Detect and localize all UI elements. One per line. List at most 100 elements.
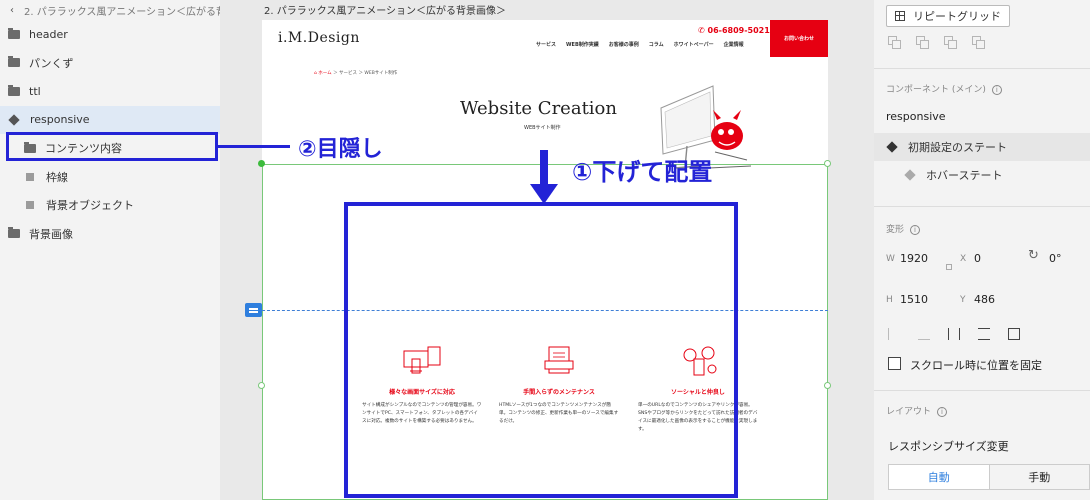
layer-label: 枠線 — [46, 170, 68, 184]
annotation-label-place: ①下げて配置 — [572, 158, 713, 186]
layer-label: ttl — [29, 84, 41, 98]
info-icon[interactable]: i — [910, 224, 921, 235]
rotate-icon: ↻ — [1028, 248, 1039, 263]
distribute-horizontal-icon[interactable] — [948, 328, 960, 340]
resize-handle[interactable] — [824, 382, 831, 389]
component-heading: コンポーネント (メイン) i — [886, 82, 1002, 95]
flip-vertical-icon[interactable] — [918, 328, 930, 340]
responsive-resize-label: レスポンシブサイズ変更 — [888, 440, 1009, 453]
phone-icon: ✆ — [698, 26, 708, 35]
hero-title: Website Creation — [460, 98, 617, 119]
component-diamond-icon — [886, 141, 898, 153]
component-name: responsive — [886, 110, 946, 123]
boolean-add-icon[interactable] — [888, 36, 902, 50]
flip-align-row — [888, 328, 1020, 340]
layer-item-breadcrumb[interactable]: パンくず — [0, 49, 220, 78]
layer-item-ttl[interactable]: ttl — [0, 77, 220, 106]
rectangle-icon — [26, 172, 34, 181]
site-breadcrumb-home: ホーム — [318, 71, 332, 76]
resize-handle[interactable] — [258, 160, 265, 167]
component-diamond-icon — [8, 114, 20, 126]
divider — [874, 206, 1090, 207]
transform-heading-text: 変形 — [886, 225, 905, 235]
boolean-ops — [888, 36, 986, 50]
distribute-vertical-icon[interactable] — [978, 328, 990, 340]
layer-item-responsive[interactable]: responsive — [0, 105, 220, 134]
layout-heading: レイアウト i — [886, 404, 948, 417]
site-header: i.M.Design ✆ 06-6809-5021 サービス WEB制作実績 お… — [262, 20, 828, 57]
site-contact-button: お問い合わせ — [770, 20, 828, 57]
flip-horizontal-icon[interactable] — [888, 328, 900, 340]
annotation-connector — [218, 145, 290, 148]
state-hover[interactable]: ホバーステート — [874, 161, 1090, 189]
lock-icon[interactable] — [946, 264, 952, 270]
divider — [874, 390, 1090, 391]
site-phone: ✆ 06-6809-5021 — [698, 26, 770, 35]
state-diamond-icon — [904, 169, 916, 181]
resize-handle[interactable] — [258, 382, 265, 389]
layer-label: 背景画像 — [29, 227, 73, 241]
site-breadcrumb-item: サービス — [339, 71, 358, 76]
layers-panel: ‹ 2. パララックス風アニメーション＜広がる背... header パンくず … — [0, 0, 220, 500]
mode-auto-button[interactable]: 自動 — [889, 465, 989, 489]
nav-item: 企業情報 — [723, 42, 744, 48]
site-nav: サービス WEB制作実績 お客様の事例 コラム ホワイトペーパー 企業情報 — [536, 41, 744, 48]
state-default[interactable]: 初期設定のステート — [874, 133, 1090, 161]
nav-item: コラム — [648, 42, 664, 48]
x-field[interactable]: 0 — [974, 252, 981, 265]
info-icon[interactable]: i — [991, 84, 1002, 95]
annotation-label-hide: ②目隠し — [298, 137, 383, 162]
layers-breadcrumb[interactable]: ‹ 2. パララックス風アニメーション＜広がる背... — [0, 0, 220, 20]
artboard-title[interactable]: 2. パララックス風アニメーション＜広がる背景画像＞ — [264, 2, 506, 17]
nav-item: WEB制作実績 — [566, 42, 599, 48]
down-arrow-icon — [530, 150, 558, 204]
y-field[interactable]: 486 — [974, 293, 995, 306]
x-label: X — [960, 254, 967, 264]
folder-icon — [8, 27, 20, 39]
responsive-resize-icon[interactable] — [1008, 328, 1020, 340]
mode-manual-button[interactable]: 手動 — [988, 465, 1089, 489]
nav-item: ホワイトペーパー — [673, 42, 714, 48]
boolean-subtract-icon[interactable] — [916, 36, 930, 50]
layer-label: パンくず — [29, 56, 74, 70]
layer-label: responsive — [30, 113, 90, 127]
boolean-intersect-icon[interactable] — [944, 36, 958, 50]
height-field[interactable]: 1510 — [900, 293, 928, 306]
layer-item-header[interactable]: header — [0, 20, 220, 49]
rotation-field[interactable]: 0° — [1049, 252, 1062, 265]
hero-subtitle: WEBサイト制作 — [524, 125, 561, 131]
y-label: Y — [960, 295, 966, 305]
height-label: H — [886, 295, 893, 305]
state-label: ホバーステート — [926, 169, 1003, 182]
back-chevron-icon[interactable]: ‹ — [10, 5, 14, 16]
layer-label: header — [29, 27, 68, 41]
fix-scroll-checkbox[interactable] — [888, 357, 901, 370]
guide-handle-icon[interactable] — [245, 303, 262, 317]
resize-mode-toggle: 自動 手動 — [888, 464, 1090, 490]
transform-heading: 変形 i — [886, 222, 921, 235]
annotation-highlight-content — [344, 202, 738, 498]
boolean-exclude-icon[interactable] — [972, 36, 986, 50]
layer-item-border[interactable]: 枠線 — [0, 163, 220, 192]
repeat-grid-button[interactable]: リピートグリッド — [886, 5, 1010, 27]
folder-icon — [8, 227, 20, 239]
site-logo: i.M.Design — [278, 30, 360, 46]
layout-heading-text: レイアウト — [886, 407, 932, 417]
layers-breadcrumb-label: 2. パララックス風アニメーション＜広がる背... — [24, 6, 220, 18]
repeat-grid-label: リピートグリッド — [913, 10, 1001, 23]
annotation-highlight-layer — [6, 132, 218, 161]
layer-item-bg-image[interactable]: 背景画像 — [0, 220, 220, 249]
info-icon[interactable]: i — [937, 406, 948, 417]
repeat-grid-icon — [895, 11, 905, 21]
folder-icon — [8, 84, 20, 96]
layer-item-bg-object[interactable]: 背景オブジェクト — [0, 191, 220, 220]
component-heading-text: コンポーネント (メイン) — [886, 85, 986, 95]
width-field[interactable]: 1920 — [900, 252, 928, 265]
site-breadcrumb-item: WEBサイト制作 — [364, 71, 398, 76]
property-inspector: リピートグリッド コンポーネント (メイン) i responsive 初期設定の… — [874, 0, 1090, 500]
layer-label: 背景オブジェクト — [46, 199, 134, 213]
rectangle-icon — [26, 201, 34, 210]
resize-handle[interactable] — [824, 160, 831, 167]
site-breadcrumb: ⌂ ホーム ＞ サービス ＞ WEBサイト制作 — [314, 71, 398, 76]
fix-scroll-label: スクロール時に位置を固定 — [910, 359, 1042, 372]
